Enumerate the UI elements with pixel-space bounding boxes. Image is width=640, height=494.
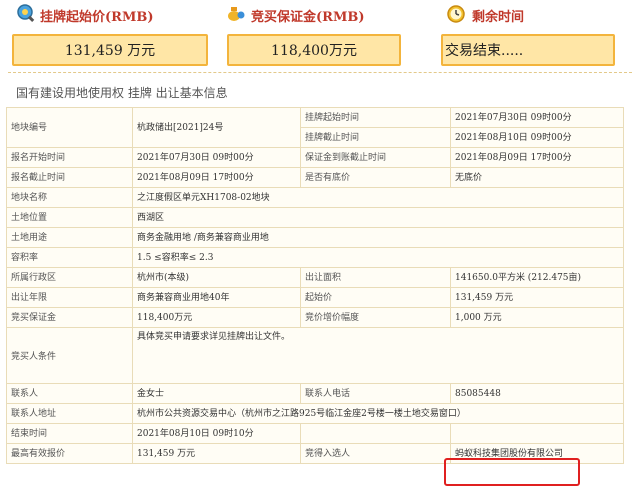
far-value: 1.5 ≤容积率≤ 2.3 xyxy=(132,247,624,268)
increment-value: 1,000 万元 xyxy=(450,307,624,328)
table-row: 竞买保证金 118,400万元 竞价增价幅度 1,000 万元 xyxy=(6,307,624,328)
top-bid-key: 最高有效报价 xyxy=(6,443,133,464)
info-table: 地块编号 杭政储出[2021]24号 挂牌起始时间 2021年07月30日 09… xyxy=(6,107,624,464)
divider xyxy=(8,72,632,73)
deposit-label: 竞买保证金(RMB) xyxy=(251,10,365,25)
deposit-deadline-key: 保证金到账截止时间 xyxy=(300,147,451,168)
deposit-key: 竞买保证金 xyxy=(6,307,133,328)
deposit-cell: 118,400万元 xyxy=(132,307,301,328)
table-row: 容积率 1.5 ≤容积率≤ 2.3 xyxy=(6,247,624,268)
term-value: 商务兼容商业用地40年 xyxy=(132,287,301,308)
district-key: 所属行政区 xyxy=(6,267,133,288)
table-row: 报名开始时间 2021年07月30日 09时00分 保证金到账截止时间 2021… xyxy=(6,147,624,168)
winner-highlight-box xyxy=(444,458,580,486)
conditions-value: 具体竞买申请要求详见挂牌出让文件。 xyxy=(132,327,624,384)
search-coin-icon xyxy=(17,4,35,22)
phone-value: 85085448 xyxy=(450,383,624,404)
table-row: 地块名称 之江度假区单元XH1708-02地块 xyxy=(6,187,624,208)
start-price-value: 131,459 万元 xyxy=(64,43,156,59)
table-row: 联系人地址 杭州市公共资源交易中心（杭州市之江路925号临江金座2号楼一楼土地交… xyxy=(6,403,624,424)
table-row: 报名截止时间 2021年08月09日 17时00分 是否有底价 无底价 xyxy=(6,167,624,188)
winner-key: 竞得入选人 xyxy=(300,443,451,464)
list-start-value: 2021年07月30日 09时00分 xyxy=(450,107,624,128)
area-value: 141650.0平方米 (212.475亩) xyxy=(450,267,624,288)
parcel-name-key: 地块名称 xyxy=(6,187,133,208)
top-bid-value: 131,459 万元 xyxy=(132,443,301,464)
deposit-box: 118,400万元 xyxy=(227,34,401,66)
table-row: 土地用途 商务金融用地 /商务兼容商业用地 xyxy=(6,227,624,248)
empty-cell xyxy=(450,423,624,444)
start-price-box: 131,459 万元 xyxy=(12,34,208,66)
phone-key: 联系人电话 xyxy=(300,383,451,404)
list-end-value: 2021年08月10日 09时00分 xyxy=(450,127,624,148)
start-price-key: 起始价 xyxy=(300,287,451,308)
far-key: 容积率 xyxy=(6,247,133,268)
table-row: 联系人 金女士 联系人电话 85085448 xyxy=(6,383,624,404)
land-use-key: 土地用途 xyxy=(6,227,133,248)
contact-key: 联系人 xyxy=(6,383,133,404)
table-row: 地块编号 杭政储出[2021]24号 挂牌起始时间 2021年07月30日 09… xyxy=(6,107,624,148)
reg-start-key: 报名开始时间 xyxy=(6,147,133,168)
start-price-cell: 131,459 万元 xyxy=(450,287,624,308)
empty-cell xyxy=(300,423,451,444)
money-bag-icon xyxy=(228,7,245,21)
parcel-no-value: 杭政储出[2021]24号 xyxy=(132,107,301,148)
remaining-time-value: 交易结束..... xyxy=(445,43,524,59)
stopwatch-icon xyxy=(447,5,465,23)
term-key: 出让年限 xyxy=(6,287,133,308)
reserve-value: 无底价 xyxy=(450,167,624,188)
address-key: 联系人地址 xyxy=(6,403,133,424)
area-key: 出让面积 xyxy=(300,267,451,288)
reserve-key: 是否有底价 xyxy=(300,167,451,188)
remaining-time-label: 剩余时间 xyxy=(472,10,525,25)
end-time-value: 2021年08月10日 09时10分 xyxy=(132,423,301,444)
list-start-key: 挂牌起始时间 xyxy=(300,107,451,128)
end-time-key: 结束时间 xyxy=(6,423,133,444)
table-row: 结束时间 2021年08月10日 09时10分 xyxy=(6,423,624,444)
table-row: 土地位置 西湖区 xyxy=(6,207,624,228)
header-bar: 挂牌起始价(RMB) 竞买保证金(RMB) 剩余时间 xyxy=(0,0,640,30)
district-value: 杭州市(本级) xyxy=(132,267,301,288)
deposit-deadline-value: 2021年08月09日 17时00分 xyxy=(450,147,624,168)
section-title: 国有建设用地使用权 挂牌 出让基本信息 xyxy=(16,86,228,100)
list-end-key: 挂牌截止时间 xyxy=(300,127,451,148)
table-row: 竞买人条件 具体竞买申请要求详见挂牌出让文件。 xyxy=(6,327,624,384)
contact-value: 金女士 xyxy=(132,383,301,404)
land-use-value: 商务金融用地 /商务兼容商业用地 xyxy=(132,227,624,248)
location-value: 西湖区 xyxy=(132,207,624,228)
reg-start-value: 2021年07月30日 09时00分 xyxy=(132,147,301,168)
reg-end-value: 2021年08月09日 17时00分 xyxy=(132,167,301,188)
table-row: 所属行政区 杭州市(本级) 出让面积 141650.0平方米 (212.475亩… xyxy=(6,267,624,288)
conditions-key: 竞买人条件 xyxy=(6,327,133,384)
reg-end-key: 报名截止时间 xyxy=(6,167,133,188)
increment-key: 竞价增价幅度 xyxy=(300,307,451,328)
parcel-no-key: 地块编号 xyxy=(6,107,133,148)
address-value: 杭州市公共资源交易中心（杭州市之江路925号临江金座2号楼一楼土地交易窗口） xyxy=(132,403,624,424)
parcel-name-value: 之江度假区单元XH1708-02地块 xyxy=(132,187,624,208)
remaining-time-box: 交易结束..... xyxy=(441,34,615,66)
table-row: 出让年限 商务兼容商业用地40年 起始价 131,459 万元 xyxy=(6,287,624,308)
location-key: 土地位置 xyxy=(6,207,133,228)
start-price-label: 挂牌起始价(RMB) xyxy=(40,10,154,25)
deposit-value: 118,400万元 xyxy=(271,43,357,59)
